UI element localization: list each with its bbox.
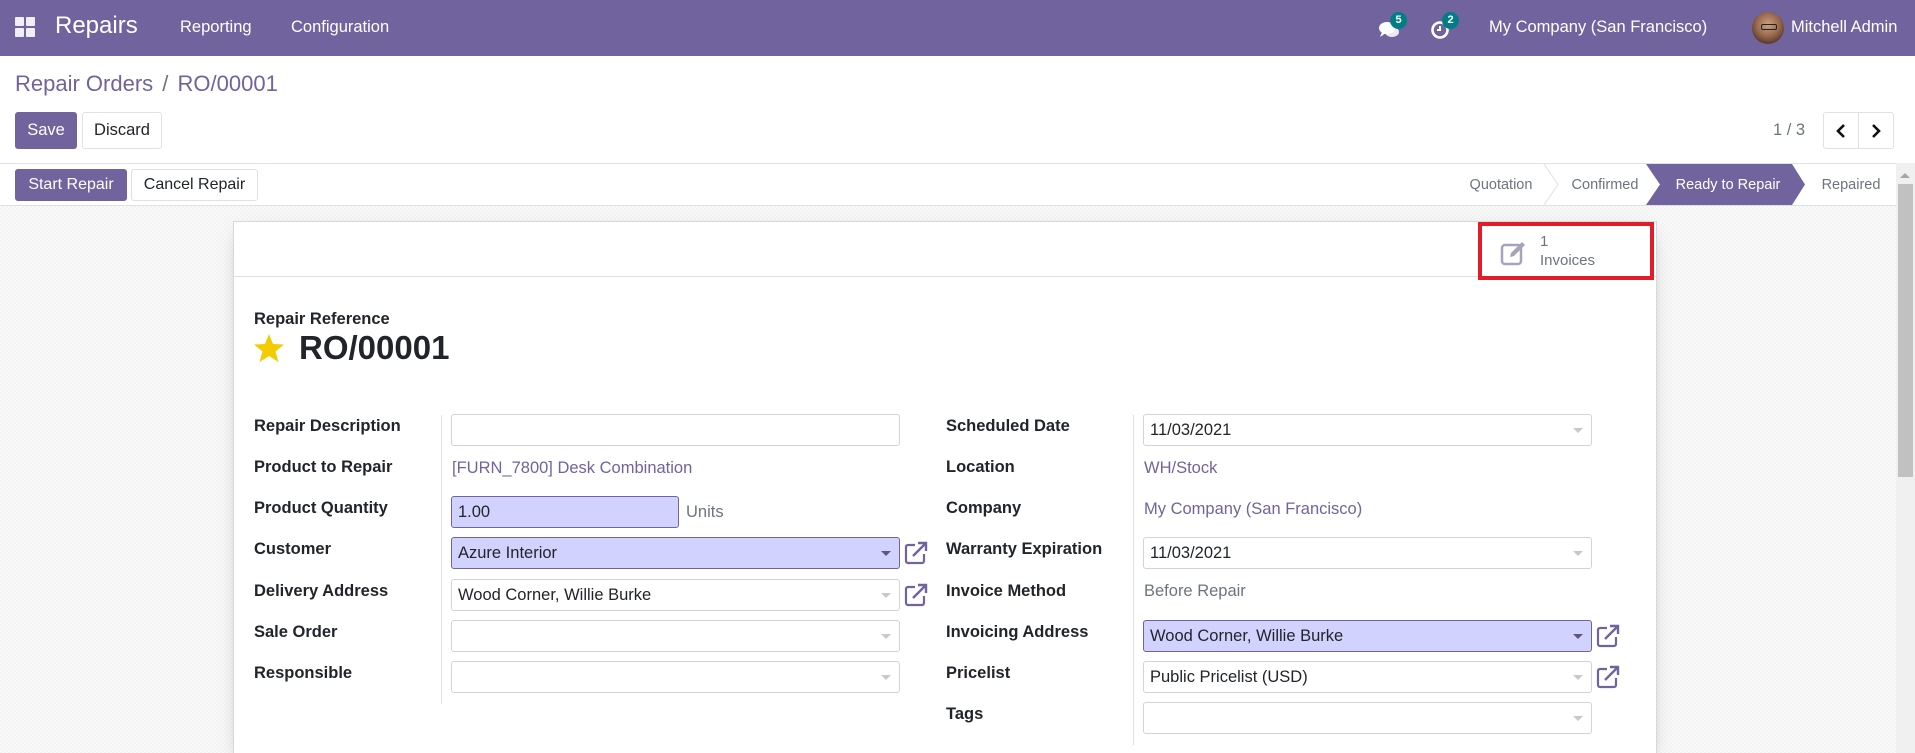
stage-ready-to-repair[interactable]: Ready to Repair (1666, 164, 1790, 205)
dropdown-caret-icon (881, 634, 891, 639)
label-invoicing-address: Invoicing Address (946, 623, 1089, 641)
dropdown-caret-icon (1573, 716, 1583, 721)
smart-button-box: 1 Invoices (234, 222, 1656, 280)
breadcrumb-repair-orders[interactable]: Repair Orders (15, 71, 153, 96)
label-delivery-address: Delivery Address (254, 582, 389, 600)
top-navbar: Repairs Reporting Configuration 5 2 My C… (0, 0, 1915, 56)
dropdown-caret-icon (1573, 428, 1583, 433)
scheduled-date-value: 11/03/2021 (1150, 420, 1232, 439)
label-scheduled-date: Scheduled Date (946, 417, 1070, 435)
statusbar: Start Repair Cancel Repair Quotation Con… (0, 163, 1896, 206)
external-link-icon[interactable] (903, 582, 929, 608)
delivery-address-select[interactable]: Wood Corner, Willie Burke (451, 579, 900, 611)
dropdown-caret-icon (881, 551, 891, 556)
activities-button[interactable]: 2 (1430, 12, 1459, 40)
invoicing-address-select[interactable]: Wood Corner, Willie Burke (1143, 620, 1592, 652)
label-invoice-method: Invoice Method (946, 582, 1067, 600)
repair-description-input[interactable] (451, 414, 900, 446)
stage-active-arrow-right (1790, 164, 1805, 205)
breadcrumb-separator: / (162, 71, 169, 96)
product-quantity-unit: Units (686, 503, 724, 521)
label-tags: Tags (946, 705, 984, 723)
invoice-method-value: Before Repair (1144, 582, 1246, 600)
label-product-quantity: Product Quantity (254, 499, 388, 517)
start-repair-button[interactable]: Start Repair (15, 169, 127, 201)
dropdown-caret-icon (1573, 675, 1583, 680)
messages-badge: 5 (1390, 12, 1407, 29)
dropdown-caret-icon (1573, 634, 1583, 639)
favorite-star-icon[interactable] (253, 332, 285, 364)
pager-value[interactable]: 1 / 3 (1773, 121, 1805, 140)
sale-order-select[interactable] (451, 620, 900, 652)
messages-button[interactable]: 5 (1378, 12, 1407, 40)
label-company: Company (946, 499, 1022, 517)
save-button[interactable]: Save (15, 112, 77, 149)
stage-quotation[interactable]: Quotation (1450, 164, 1552, 205)
label-pricelist: Pricelist (946, 664, 1011, 682)
dropdown-caret-icon (881, 675, 891, 680)
cancel-repair-button[interactable]: Cancel Repair (131, 169, 258, 201)
label-product-to-repair: Product to Repair (254, 458, 393, 476)
label-repair-description: Repair Description (254, 417, 401, 435)
repair-reference-label: Repair Reference (254, 310, 390, 328)
user-menu[interactable]: Mitchell Admin (1791, 18, 1897, 37)
label-warranty-expiration: Warranty Expiration (946, 540, 1103, 558)
warranty-expiration-value: 11/03/2021 (1150, 543, 1232, 562)
external-link-icon[interactable] (1595, 664, 1621, 690)
label-location: Location (946, 458, 1015, 476)
stage-repaired[interactable]: Repaired (1806, 164, 1896, 205)
label-sale-order: Sale Order (254, 623, 338, 641)
apps-menu-icon[interactable] (15, 17, 35, 37)
left-column-divider (441, 415, 442, 704)
external-link-icon[interactable] (903, 540, 929, 566)
warranty-expiration-input[interactable]: 11/03/2021 (1143, 537, 1592, 569)
form-sheet: 1 Invoices Repair Reference RO/00001 Rep… (233, 221, 1657, 753)
invoicing-address-value: Wood Corner, Willie Burke (1150, 626, 1344, 645)
pricelist-select[interactable]: Public Pricelist (USD) (1143, 661, 1592, 693)
scrollbar-thumb[interactable] (1898, 184, 1913, 477)
product-quantity-input[interactable]: 1.00 (451, 496, 679, 528)
breadcrumb-current: RO/00001 (177, 71, 278, 96)
pager-next-button[interactable] (1858, 112, 1894, 149)
tags-select[interactable] (1143, 702, 1592, 734)
breadcrumb: Repair Orders / RO/00001 (15, 71, 278, 97)
dropdown-caret-icon (1573, 551, 1583, 556)
company-switcher[interactable]: My Company (San Francisco) (1489, 18, 1707, 37)
delivery-address-value: Wood Corner, Willie Burke (458, 585, 652, 604)
company-link[interactable]: My Company (San Francisco) (1144, 500, 1362, 519)
invoices-label: Invoices (1540, 252, 1596, 269)
activities-badge: 2 (1442, 12, 1459, 29)
repair-reference-value: RO/00001 (299, 329, 450, 366)
right-column-divider (1133, 415, 1134, 745)
label-responsible: Responsible (254, 664, 353, 682)
product-to-repair-link[interactable]: [FURN_7800] Desk Combination (452, 459, 692, 478)
stage-active-arrow-left (1646, 164, 1666, 205)
dropdown-caret-icon (881, 593, 891, 598)
vertical-scrollbar[interactable] (1896, 163, 1915, 753)
menu-configuration[interactable]: Configuration (291, 18, 389, 37)
scroll-up-arrow-icon[interactable] (1900, 173, 1910, 178)
chevron-right-icon (1872, 123, 1881, 138)
user-avatar[interactable] (1752, 12, 1784, 44)
location-link[interactable]: WH/Stock (1144, 459, 1217, 478)
responsible-select[interactable] (451, 661, 900, 693)
customer-select[interactable]: Azure Interior (451, 537, 900, 569)
external-link-icon[interactable] (1595, 623, 1621, 649)
invoices-count: 1 (1540, 233, 1549, 250)
stage-confirmed[interactable]: Confirmed (1558, 164, 1652, 205)
pricelist-value: Public Pricelist (USD) (1150, 667, 1308, 686)
scheduled-date-input[interactable]: 11/03/2021 (1143, 414, 1592, 446)
menu-reporting[interactable]: Reporting (180, 18, 252, 37)
customer-value: Azure Interior (458, 543, 558, 562)
discard-button[interactable]: Discard (82, 112, 162, 149)
invoices-smart-button[interactable]: 1 Invoices (1478, 222, 1654, 280)
pager-previous-button[interactable] (1823, 112, 1859, 149)
label-customer: Customer (254, 540, 332, 558)
chevron-left-icon (1836, 123, 1845, 138)
app-name[interactable]: Repairs (55, 12, 138, 40)
pencil-square-icon (1500, 242, 1525, 266)
